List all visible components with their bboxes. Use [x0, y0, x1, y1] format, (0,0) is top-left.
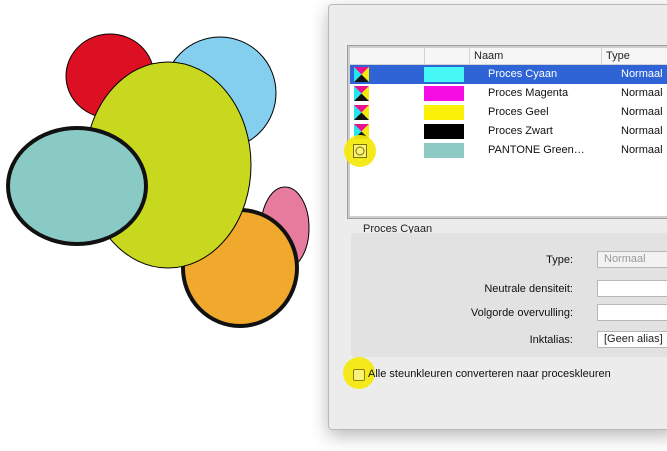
teal-circle-shape[interactable] [6, 126, 148, 246]
process-ink-icon[interactable] [354, 86, 369, 101]
ink-row[interactable]: Proces Magenta Normaal [350, 84, 667, 103]
ink-color-swatch [424, 124, 464, 139]
header-icon-column[interactable] [350, 48, 424, 64]
ink-color-swatch [424, 86, 464, 101]
trapping-sequence-input[interactable] [597, 304, 667, 321]
ink-alias-label: Inktalias: [529, 334, 573, 346]
ink-row[interactable]: PANTONE Green… Normaal [350, 141, 667, 160]
convert-spot-colors-checkbox[interactable] [353, 369, 365, 381]
artwork-canvas [6, 33, 310, 328]
ink-type: Normaal [621, 144, 663, 156]
ink-name: Proces Cyaan [488, 68, 558, 80]
separations-preview-dialog: Naam Type Proces Cyaan Normaal Proces Mage… [328, 4, 667, 430]
type-label: Type: [546, 254, 573, 266]
neutral-density-input[interactable] [597, 280, 667, 297]
ink-details-panel: Type: Normaal Neutrale densiteit: Volgor… [351, 233, 667, 357]
ink-name: Proces Magenta [488, 87, 569, 99]
ink-type: Normaal [621, 87, 663, 99]
ink-list-header: Naam Type [350, 48, 667, 65]
process-ink-icon[interactable] [354, 105, 369, 120]
type-field: Normaal [597, 251, 667, 268]
trapping-sequence-label: Volgorde overvulling: [470, 307, 573, 319]
ink-alias-select[interactable]: [Geen alias] [597, 331, 667, 348]
ink-name: Proces Zwart [488, 125, 553, 137]
ink-color-swatch [424, 67, 464, 82]
convert-spot-colors-label: Alle steunkleuren converteren naar proce… [368, 368, 611, 380]
ink-type: Normaal [621, 125, 663, 137]
neutral-density-label: Neutrale densiteit: [484, 283, 573, 295]
ink-type: Normaal [621, 68, 663, 80]
ink-row[interactable]: Proces Geel Normaal [350, 103, 667, 122]
ink-type: Normaal [621, 106, 663, 118]
ink-row[interactable]: Proces Cyaan Normaal [350, 65, 667, 84]
ink-list[interactable]: Naam Type Proces Cyaan Normaal Proces Mage… [347, 45, 667, 219]
header-swatch-column[interactable] [424, 48, 469, 64]
spot-ink-icon[interactable] [353, 144, 367, 158]
ink-color-swatch [424, 105, 464, 120]
header-type-column[interactable]: Type [601, 48, 667, 64]
ink-row[interactable]: Proces Zwart Normaal [350, 122, 667, 141]
process-ink-icon[interactable] [354, 67, 369, 82]
ink-color-swatch [424, 143, 464, 158]
ink-name: Proces Geel [488, 106, 549, 118]
header-name-column[interactable]: Naam [469, 48, 601, 64]
ink-name: PANTONE Green… [488, 144, 585, 156]
